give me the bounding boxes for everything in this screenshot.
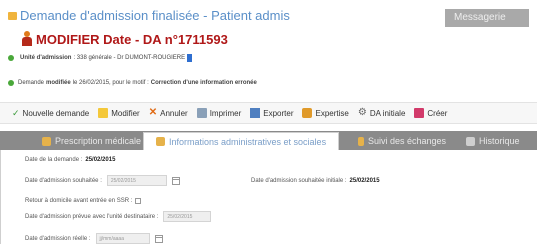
folder-icon [8,11,17,20]
request-date-row: Date de la demande : 25/02/2015 [25,157,116,163]
initial-date-row: Date d'admission souhaitée initiale : 25… [251,178,380,184]
tab-bar: Prescription médicale Informations admin… [0,131,537,150]
planned-date-row: Date d'admission prévue avec l'unité des… [25,211,212,222]
cancel-button[interactable]: ✕ Annuler [149,108,188,118]
exchange-icon [358,136,364,146]
modified-reason: Correction d'une information erronée [150,80,257,86]
calendar-icon[interactable] [171,176,180,185]
create-icon [414,108,425,118]
messages-button[interactable]: Messagerie [445,9,529,27]
info-icon[interactable] [187,54,193,62]
status-dot-icon [8,80,14,86]
new-request-button[interactable]: ✓ Nouvelle demande [12,107,89,118]
action-toolbar: ✓ Nouvelle demande Modifier ✕ Annuler Im… [0,102,537,124]
unit-label: Unité d'admission [20,55,72,61]
expert-icon [302,108,313,118]
edit-icon [98,108,109,118]
real-date-row: Date d'admission réelle : jj/mm/aaaa [25,233,163,244]
modification-line: Demande modifiée le 26/02/2015, pour le … [8,80,259,86]
return-home-row: Retour à domicile avant entrée en SSR : [25,198,142,204]
admission-unit-line: Unité d'admission : 338 générale - Dr DU… [8,54,193,62]
admin-form: Date de la demande : 25/02/2015 Date d'a… [0,150,537,244]
real-date-input[interactable]: jj/mm/aaaa [95,233,150,244]
desired-date-input[interactable]: 25/02/2015 [106,175,167,186]
app-title: Demande d'admission finalisée - Patient … [8,8,290,23]
modified-prefix: Demande [18,80,45,86]
initial-da-button[interactable]: ⚙ DA initiale [358,108,406,118]
modified-middle: le 26/02/2015, pour le motif : [72,80,149,86]
tab-prescription[interactable]: Prescription médicale [30,132,142,150]
tab-exchanges[interactable]: Suivi des échanges [346,132,446,150]
check-icon: ✓ [12,107,20,118]
cancel-icon: ✕ [148,107,158,118]
folder-icon [156,137,165,146]
desired-date-row: Date d'admission souhaitée : 25/02/2015 [25,175,180,186]
modified-word: modifiée [46,80,71,86]
gear-icon: ⚙ [357,107,367,118]
unit-value: : 338 générale - Dr DUMONT-ROUGIERE [73,55,186,61]
return-home-checkbox[interactable] [135,198,142,204]
prescription-icon [42,136,51,146]
calendar-icon[interactable] [154,234,163,243]
patient-icon [22,31,32,47]
export-icon [250,108,261,118]
planned-date-input[interactable]: 25/02/2015 [163,211,212,222]
page-header: Demande d'admission finalisée - Patient … [0,0,537,95]
expertise-button[interactable]: Expertise [302,108,349,118]
tab-history[interactable]: Historique [454,132,534,150]
window-title: Demande d'admission finalisée - Patient … [20,8,290,23]
tab-admin-info[interactable]: Informations administratives et sociales [143,132,339,150]
export-button[interactable]: Exporter [250,108,293,118]
status-dot-icon [8,55,14,61]
create-button[interactable]: Créer [414,108,447,118]
modify-button[interactable]: Modifier [98,108,140,118]
page-subtitle: MODIFIER Date - DA n°1711593 [22,31,228,47]
subtitle-text: MODIFIER Date - DA n°1711593 [36,31,228,47]
printer-icon [196,108,207,118]
history-icon [466,136,475,146]
print-button[interactable]: Imprimer [196,108,241,118]
